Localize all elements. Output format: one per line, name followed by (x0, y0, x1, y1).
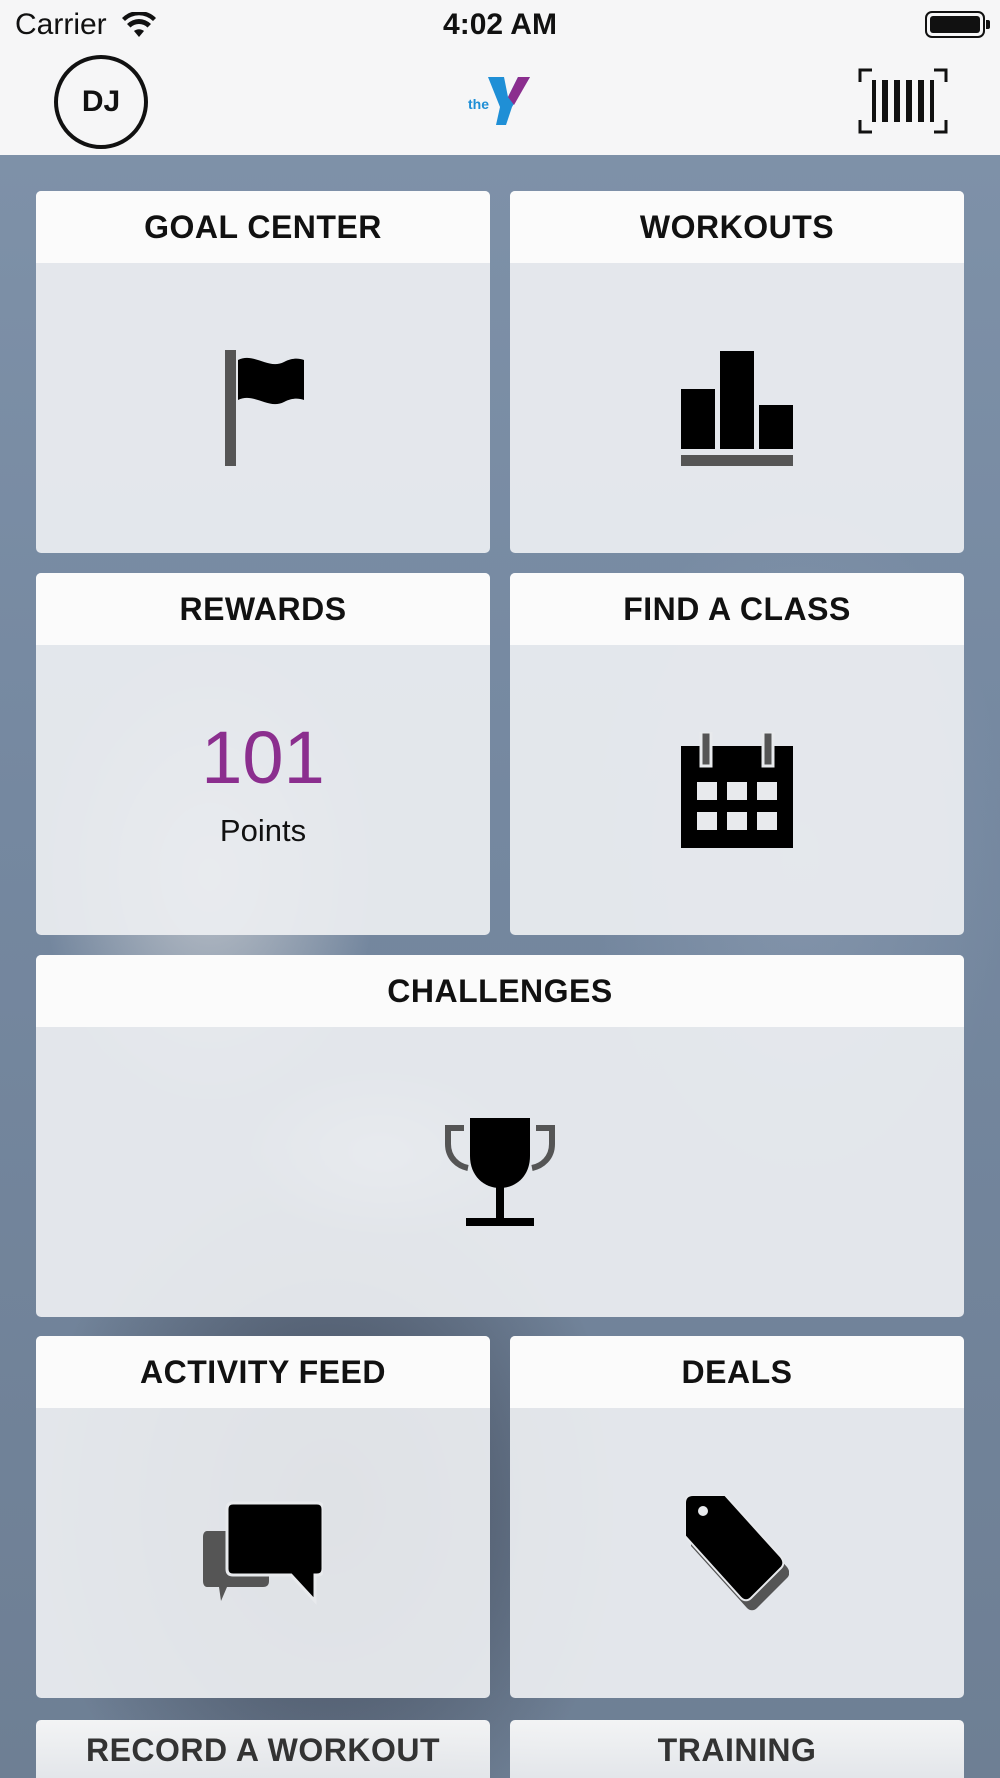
calendar-icon (681, 732, 793, 848)
rewards-title: REWARDS (36, 573, 490, 645)
workouts-title: WORKOUTS (510, 191, 964, 263)
challenges-title: CHALLENGES (36, 955, 964, 1027)
workouts-body (510, 263, 964, 553)
rewards-points-value: 101 (201, 716, 325, 799)
deals-title: DEALS (510, 1336, 964, 1408)
rewards-tile[interactable]: REWARDS 101 Points (36, 573, 490, 935)
activity-feed-body (36, 1408, 490, 1698)
activity-feed-title: ACTIVITY FEED (36, 1336, 490, 1408)
battery-icon (925, 11, 990, 38)
training-title: TRAINING (657, 1732, 817, 1768)
find-a-class-tile[interactable]: FIND A CLASS (510, 573, 964, 935)
chat-bubbles-icon (203, 1501, 323, 1605)
rewards-points-label: Points (219, 813, 307, 848)
tag-icon (685, 1495, 789, 1611)
bar-chart-icon (681, 351, 793, 466)
status-bar: Carrier 4:02 AM (0, 0, 1000, 50)
activity-feed-tile[interactable]: ACTIVITY FEED (36, 1336, 490, 1698)
barcode-icon[interactable] (858, 68, 948, 134)
deals-body (510, 1408, 964, 1698)
clock: 4:02 AM (443, 8, 557, 41)
workouts-tile[interactable]: WORKOUTS (510, 191, 964, 553)
find-a-class-body (510, 645, 964, 935)
flag-icon (225, 350, 304, 466)
record-a-workout-tile[interactable]: RECORD A WORKOUT (36, 1720, 490, 1778)
nav-bar: DJ the (0, 50, 1000, 155)
avatar[interactable]: DJ (54, 55, 148, 149)
challenges-tile[interactable]: CHALLENGES (36, 955, 964, 1317)
goal-center-tile[interactable]: GOAL CENTER (36, 191, 490, 553)
svg-text:the: the (468, 96, 489, 112)
goal-center-title: GOAL CENTER (36, 191, 490, 263)
training-tile[interactable]: TRAINING (510, 1720, 964, 1778)
find-a-class-title: FIND A CLASS (510, 573, 964, 645)
ymca-logo: the (468, 77, 530, 125)
goal-center-body (36, 263, 490, 553)
record-a-workout-title: RECORD A WORKOUT (85, 1732, 441, 1768)
rewards-body: 101 Points (36, 645, 490, 935)
deals-tile[interactable]: DEALS (510, 1336, 964, 1698)
trophy-icon (445, 1118, 555, 1226)
challenges-body (36, 1027, 964, 1317)
